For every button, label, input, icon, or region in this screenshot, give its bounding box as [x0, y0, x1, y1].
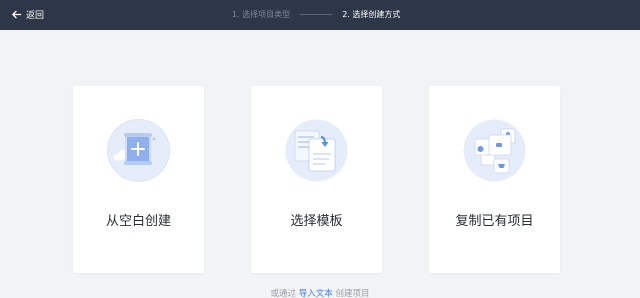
step-divider	[300, 14, 333, 15]
template-icon	[285, 119, 348, 182]
step-indicator: 1. 选择项目类型 2. 选择创建方式	[232, 9, 400, 20]
back-label: 返回	[26, 11, 45, 21]
import-prefix: 或通过	[270, 289, 297, 298]
blank-create-icon	[107, 119, 170, 182]
top-bar: 返回 1. 选择项目类型 2. 选择创建方式	[0, 0, 640, 30]
arrow-left-icon	[12, 10, 22, 19]
import-hint: 或通过 导入文本 创建项目	[0, 287, 640, 298]
step-select-type: 1. 选择项目类型	[232, 10, 291, 19]
card-select-template[interactable]: 选择模板	[251, 86, 382, 273]
card-label: 选择模板	[290, 214, 343, 229]
step-select-method: 2. 选择创建方式	[342, 10, 401, 19]
card-label: 复制已有项目	[455, 214, 534, 229]
card-label: 从空白创建	[105, 214, 171, 229]
back-button[interactable]: 返回	[11, 8, 44, 21]
copy-project-icon	[463, 119, 526, 182]
import-suffix: 创建项目	[335, 289, 370, 298]
card-blank-create[interactable]: 从空白创建	[73, 86, 204, 273]
import-text-link[interactable]: 导入文本	[299, 289, 333, 298]
card-copy-project[interactable]: 复制已有项目	[429, 86, 560, 273]
